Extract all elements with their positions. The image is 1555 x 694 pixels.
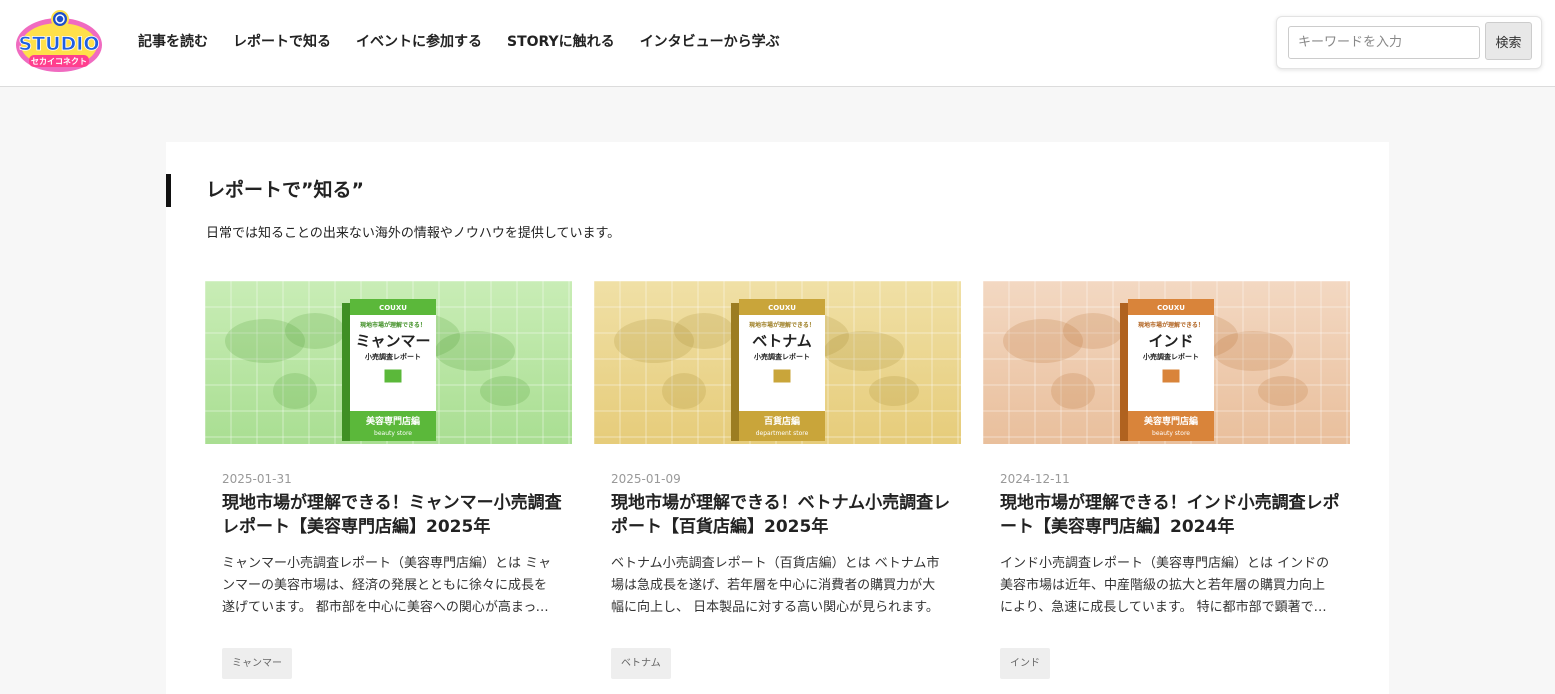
card-date: 2025-01-09: [611, 472, 681, 486]
site-header: STUDIO セカイコネクト 記事を読む レポートで知る イベントに参加する S…: [0, 0, 1555, 87]
svg-text:現地市場が理解できる！: 現地市場が理解できる！: [1138, 321, 1204, 329]
card-tag[interactable]: ミャンマー: [222, 648, 292, 679]
card-excerpt: インド小売調査レポート（美容専門店編）とは インドの美容市場は近年、中産階級の拡…: [1000, 556, 1330, 615]
report-card[interactable]: COUXU 現地市場が理解できる！ ミャンマー 小売調査レポート 美容専門店編 beaut…: [205, 281, 572, 694]
section-title: レポートで”知る”: [206, 179, 364, 201]
card-title[interactable]: 現地市場が理解できる！ミャンマー小売調査レポート【美容専門店編】2025年: [222, 491, 562, 539]
card-thumbnail[interactable]: COUXU 現地市場が理解できる！ インド小売調査レポート 美容専門店編 beauty …: [983, 281, 1350, 444]
main-nav: 記事を読む レポートで知る イベントに参加する STORYに触れる インタビュー…: [138, 32, 805, 52]
nav-item-articles[interactable]: 記事を読む: [138, 32, 208, 52]
studio-logo[interactable]: STUDIO セカイコネクト: [14, 9, 104, 75]
svg-text:ミャンマー: ミャンマー: [355, 332, 430, 350]
svg-text:beauty store: beauty store: [1152, 430, 1190, 437]
section-accent-bar: [166, 174, 171, 207]
card-title[interactable]: 現地市場が理解できる！インド小売調査レポート【美容専門店編】2024年: [1000, 491, 1340, 539]
card-date: 2025-01-31: [222, 472, 292, 486]
svg-text:セカイコネクト: セカイコネクト: [31, 56, 87, 66]
search-input[interactable]: [1288, 26, 1480, 59]
card-tag[interactable]: インド: [1000, 648, 1050, 679]
search-box: 検索: [1276, 16, 1542, 69]
svg-text:小売調査レポート: 小売調査レポート: [1142, 352, 1199, 361]
search-button[interactable]: 検索: [1485, 22, 1532, 60]
svg-text:現地市場が理解できる！: 現地市場が理解できる！: [360, 321, 426, 329]
report-card[interactable]: COUXU 現地市場が理解できる！ ベトナム 小売調査レポート 百貨店編 departme…: [594, 281, 961, 694]
nav-item-story[interactable]: STORYに触れる: [507, 32, 615, 52]
svg-text:美容専門店編: 美容専門店編: [1144, 415, 1198, 427]
report-card[interactable]: COUXU 現地市場が理解できる！ インド 小売調査レポート 美容専門店編 beauty …: [983, 281, 1350, 694]
svg-text:COUXU: COUXU: [1157, 304, 1185, 312]
svg-text:現地市場が理解できる！: 現地市場が理解できる！: [749, 321, 815, 329]
svg-text:STUDIO: STUDIO: [18, 33, 99, 55]
reports-section: レポートで”知る” 日常では知ることの出来ない海外の情報やノウハウを提供していま…: [166, 142, 1389, 694]
svg-text:department store: department store: [756, 430, 809, 437]
card-date: 2024-12-11: [1000, 472, 1070, 486]
svg-text:小売調査レポート: 小売調査レポート: [364, 352, 421, 361]
svg-text:美容専門店編: 美容専門店編: [366, 415, 420, 427]
card-excerpt: ミャンマー小売調査レポート（美容専門店編）とは ミャンマーの美容市場は、経済の発…: [222, 556, 552, 615]
section-description: 日常では知ることの出来ない海外の情報やノウハウを提供しています。: [206, 226, 621, 241]
svg-text:インド: インド: [1148, 332, 1193, 350]
svg-text:beauty store: beauty store: [374, 430, 412, 437]
card-thumbnail[interactable]: COUXU 現地市場が理解できる！ ベトナム小売調査レポート 百貨店編 departme…: [594, 281, 961, 444]
card-title[interactable]: 現地市場が理解できる！ベトナム小売調査レポート【百貨店編】2025年: [611, 491, 951, 539]
nav-item-reports[interactable]: レポートで知る: [233, 32, 331, 52]
svg-text:COUXU: COUXU: [768, 304, 796, 312]
card-thumbnail[interactable]: COUXU 現地市場が理解できる！ ミャンマー小売調査レポート 美容専門店編 beaut…: [205, 281, 572, 444]
nav-item-events[interactable]: イベントに参加する: [356, 32, 482, 52]
card-tag[interactable]: ベトナム: [611, 648, 671, 679]
svg-text:COUXU: COUXU: [379, 304, 407, 312]
svg-text:小売調査レポート: 小売調査レポート: [753, 352, 810, 361]
svg-text:ベトナム: ベトナム: [752, 332, 812, 350]
nav-item-interviews[interactable]: インタビューから学ぶ: [640, 32, 780, 52]
svg-text:百貨店編: 百貨店編: [764, 415, 800, 427]
card-excerpt: ベトナム小売調査レポート（百貨店編）とは ベトナム市場は急成長を遂げ、若年層を中…: [611, 556, 940, 615]
